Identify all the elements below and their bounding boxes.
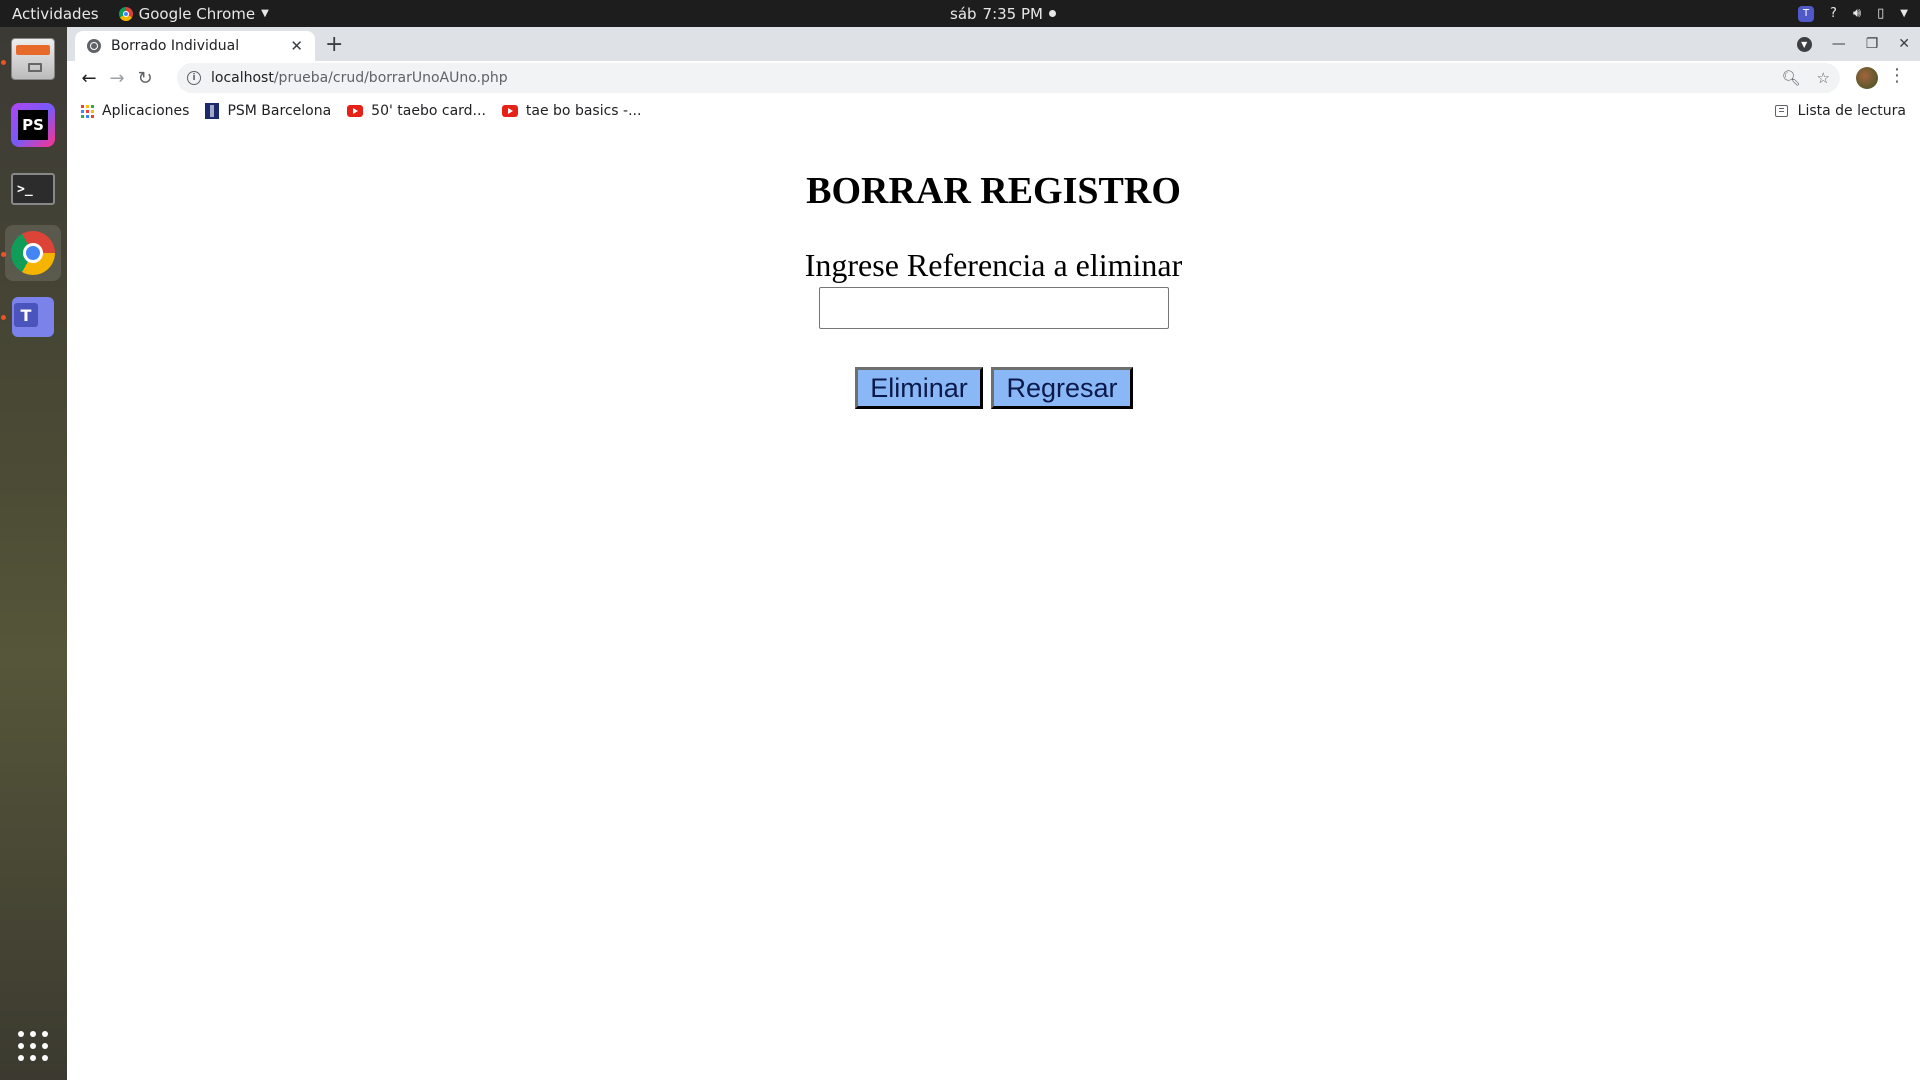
youtube-icon: [501, 105, 518, 117]
reading-list-button[interactable]: Lista de lectura: [1774, 95, 1906, 127]
tray-caret-down-icon[interactable]: ▼: [1900, 8, 1908, 19]
psm-icon: [205, 103, 220, 119]
dock-terminal[interactable]: >_: [5, 161, 61, 217]
new-tab-button[interactable]: +: [325, 32, 343, 57]
terminal-icon: >_: [11, 173, 55, 205]
system-top-bar: Actividades Google Chrome ▼ sáb 7:35 PM …: [0, 0, 1920, 27]
browser-toolbar: ← → ↻ i localhost/prueba/crud/borrarUnoA…: [67, 61, 1920, 95]
url-path: /prueba/crud/borrarUnoAUno.php: [273, 70, 508, 86]
clock[interactable]: sáb 7:35 PM: [950, 0, 1056, 27]
chrome-icon: [11, 231, 55, 275]
battery-icon[interactable]: ▯: [1877, 6, 1884, 21]
notification-dot-icon: [1048, 10, 1056, 17]
reference-prompt: Ingrese Referencia a eliminar: [804, 247, 1183, 283]
chrome-icon: [118, 6, 133, 21]
menu-kebab-icon[interactable]: ⋮: [1888, 65, 1906, 86]
dock-teams[interactable]: T: [5, 289, 61, 345]
restore-icon[interactable]: ❐: [1866, 36, 1879, 52]
activities-button[interactable]: Actividades: [12, 5, 99, 23]
forward-icon[interactable]: →: [103, 64, 131, 92]
back-icon[interactable]: ←: [75, 64, 103, 92]
window-controls: ▼ — ❐ ✕: [1796, 27, 1910, 61]
help-icon[interactable]: ?: [1830, 6, 1837, 21]
reading-list-icon: [1774, 105, 1788, 117]
eliminar-button[interactable]: Eliminar: [855, 367, 983, 409]
tab-close-icon[interactable]: ✕: [290, 37, 303, 55]
dock-chrome[interactable]: [5, 225, 61, 281]
tab-title: Borrado Individual: [111, 38, 240, 54]
close-window-icon[interactable]: ✕: [1898, 36, 1910, 52]
files-icon: [11, 38, 55, 80]
app-menu[interactable]: Google Chrome ▼: [118, 4, 269, 23]
dock-phpstorm[interactable]: PS: [5, 97, 61, 153]
app-menu-label: Google Chrome: [138, 4, 256, 23]
bookmark-taebo-card[interactable]: 50' taebo card...: [347, 103, 486, 119]
url-host: localhost: [211, 70, 274, 86]
caret-down-icon: ▼: [261, 8, 269, 19]
phpstorm-icon: PS: [11, 103, 55, 147]
globe-icon: [87, 39, 101, 53]
reload-icon[interactable]: ↻: [131, 64, 159, 92]
page-title: BORRAR REGISTRO: [806, 170, 1181, 212]
apps-grid-icon: [81, 104, 94, 118]
site-info-icon[interactable]: i: [187, 71, 201, 85]
zoom-icon[interactable]: 🔍︎: [1782, 69, 1801, 87]
dock: PS >_ T: [0, 27, 67, 1080]
teams-tray-icon[interactable]: T: [1798, 5, 1815, 22]
bookmark-star-icon[interactable]: ☆: [1817, 69, 1830, 87]
regresar-button[interactable]: Regresar: [991, 367, 1133, 409]
tab-search-icon[interactable]: ▼: [1796, 36, 1812, 52]
bookmarks-bar: Aplicaciones PSM Barcelona 50' taebo car…: [67, 95, 1920, 128]
volume-icon[interactable]: 🔊︎: [1853, 6, 1861, 21]
page-content: BORRAR REGISTRO Ingrese Referencia a eli…: [67, 127, 1920, 1080]
minimize-icon[interactable]: —: [1832, 36, 1846, 52]
teams-icon: T: [12, 297, 54, 337]
clock-day: sáb: [950, 4, 977, 23]
bookmark-label: tae bo basics -...: [525, 103, 642, 119]
browser-window: Borrado Individual ✕ + ▼ — ❐ ✕ ← → ↻ i l…: [67, 27, 1920, 1080]
youtube-icon: [347, 105, 364, 117]
tab-strip: Borrado Individual ✕ + ▼ — ❐ ✕: [67, 27, 1920, 61]
clock-time: 7:35 PM: [982, 4, 1043, 23]
address-bar[interactable]: i localhost/prueba/crud/borrarUnoAUno.ph…: [177, 63, 1840, 93]
profile-avatar[interactable]: [1856, 67, 1878, 89]
bookmark-psm-barcelona[interactable]: PSM Barcelona: [205, 103, 331, 119]
tab-borrado-individual[interactable]: Borrado Individual ✕: [75, 31, 315, 61]
bookmark-aplicaciones[interactable]: Aplicaciones: [81, 103, 189, 119]
bookmark-label: PSM Barcelona: [227, 103, 332, 119]
system-tray[interactable]: T ? 🔊︎ ▯ ▼: [1798, 0, 1908, 27]
reference-input[interactable]: [819, 287, 1169, 329]
bookmark-taebo-basics[interactable]: tae bo basics -...: [501, 103, 642, 119]
show-applications-button[interactable]: [5, 1018, 61, 1074]
app-grid-icon: [18, 1031, 48, 1061]
bookmark-label: Aplicaciones: [102, 103, 190, 119]
reading-list-label: Lista de lectura: [1797, 103, 1906, 119]
dock-files[interactable]: [5, 31, 61, 87]
bookmark-label: 50' taebo card...: [371, 103, 486, 119]
